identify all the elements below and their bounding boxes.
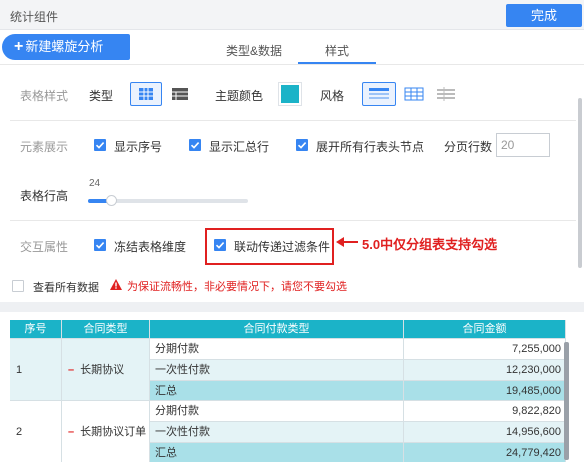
row-index-cell: 1 [10, 339, 62, 401]
row-height-value: 24 [89, 178, 101, 189]
type-grid-option[interactable] [130, 82, 162, 106]
collapse-icon[interactable]: – [68, 364, 74, 376]
pay-type-cell: 一次性付款 [150, 360, 404, 381]
pay-type-cell: 分期付款 [150, 401, 404, 422]
theme-color-label: 主题颜色 [215, 89, 264, 103]
style-option-2[interactable] [402, 82, 426, 106]
style-option-3[interactable] [434, 82, 458, 106]
contract-type-cell[interactable]: – 长期协议 [62, 339, 150, 401]
theme-color-swatch[interactable] [278, 82, 302, 106]
row-index-cell: 2 [10, 401, 62, 462]
expand-headers-label: 展开所有行表头节点 [316, 140, 425, 154]
view-all-warning: 为保证流畅性，非必要情况下，请您不要勾选 [127, 281, 347, 293]
section-divider [10, 220, 576, 221]
annotation-text: 5.0中仅分组表支持勾选 [362, 237, 498, 252]
checkbox-checked-icon [296, 139, 308, 151]
table-style-section-label: 表格样式 [20, 89, 69, 103]
expand-headers-checkbox[interactable] [296, 139, 308, 151]
style-header-icon [369, 88, 389, 99]
contract-type-cell[interactable]: – 长期协议订单 [62, 401, 150, 462]
amount-cell: 12,230,000 [404, 360, 566, 381]
done-button[interactable]: 完成 [506, 4, 582, 27]
view-all-label: 查看所有数据 [33, 282, 99, 294]
grid-table-icon [139, 88, 153, 100]
theme-color-fill [281, 85, 299, 103]
section-divider [10, 120, 576, 121]
style-lines-icon [437, 87, 455, 101]
amount-cell: 9,822,820 [404, 401, 566, 422]
annotation-arrow-icon [336, 237, 358, 247]
tab-type-data[interactable]: 类型&数据 [226, 42, 282, 59]
preview-table: 序号 合同类型 合同付款类型 合同金额 1 – 长期协议 分期付款 7,255,0… [10, 320, 582, 462]
interaction-section-label: 交互属性 [20, 240, 69, 254]
tab-style[interactable]: 样式 [325, 42, 349, 59]
style-grid-icon [404, 87, 424, 101]
table-header-cell: 合同付款类型 [150, 320, 404, 339]
checkbox-checked-icon [94, 139, 106, 151]
show-index-checkbox[interactable] [94, 139, 106, 151]
window-title: 统计组件 [10, 10, 59, 24]
list-table-icon [172, 88, 188, 100]
contract-type-label: 长期协议订单 [80, 426, 147, 438]
top-bar: 统计组件 完成 [0, 0, 584, 30]
type-label: 类型 [89, 89, 114, 103]
row-height-label: 表格行高 [20, 189, 69, 203]
settings-scrollbar[interactable] [578, 98, 582, 268]
freeze-dims-checkbox[interactable] [94, 239, 106, 251]
subtotal-amount-cell: 24,779,420 [404, 443, 566, 462]
new-button-label: 新建螺旋分析 [25, 39, 104, 54]
contract-type-label: 长期协议 [80, 364, 125, 376]
annotation-highlight-box [205, 228, 334, 265]
new-spiral-analysis-button[interactable]: + 新建螺旋分析 [2, 34, 130, 60]
show-total-row-label: 显示汇总行 [209, 140, 270, 154]
panel-separator [0, 302, 584, 312]
amount-cell: 7,255,000 [404, 339, 566, 360]
subtotal-amount-cell: 19,485,000 [404, 381, 566, 401]
amount-cell: 14,956,600 [404, 422, 566, 443]
row-height-slider-handle[interactable] [106, 195, 117, 206]
page-rows-label: 分页行数 [444, 140, 493, 154]
show-index-label: 显示序号 [114, 140, 163, 154]
page-rows-input[interactable]: 20 [496, 133, 550, 157]
show-total-row-checkbox[interactable] [189, 139, 201, 151]
element-display-section-label: 元素展示 [20, 140, 69, 154]
table-header-cell: 序号 [10, 320, 62, 339]
pay-type-cell: 分期付款 [150, 339, 404, 360]
freeze-dims-label: 冻结表格维度 [114, 240, 187, 254]
subtotal-label-cell: 汇总 [150, 443, 404, 462]
collapse-icon[interactable]: – [68, 426, 74, 438]
style-option-1[interactable] [362, 82, 396, 106]
view-all-checkbox[interactable] [12, 280, 24, 292]
tabs-divider [0, 64, 584, 65]
type-list-option[interactable] [168, 82, 192, 106]
table-header-cell: 合同类型 [62, 320, 150, 339]
style-label: 风格 [320, 89, 345, 103]
pay-type-cell: 一次性付款 [150, 422, 404, 443]
warning-icon [110, 279, 122, 290]
table-header-cell: 合同金额 [404, 320, 566, 339]
plus-icon: + [14, 38, 24, 55]
checkbox-checked-icon [94, 239, 106, 251]
checkbox-checked-icon [189, 139, 201, 151]
subtotal-label-cell: 汇总 [150, 381, 404, 401]
table-scrollbar[interactable] [564, 342, 569, 460]
